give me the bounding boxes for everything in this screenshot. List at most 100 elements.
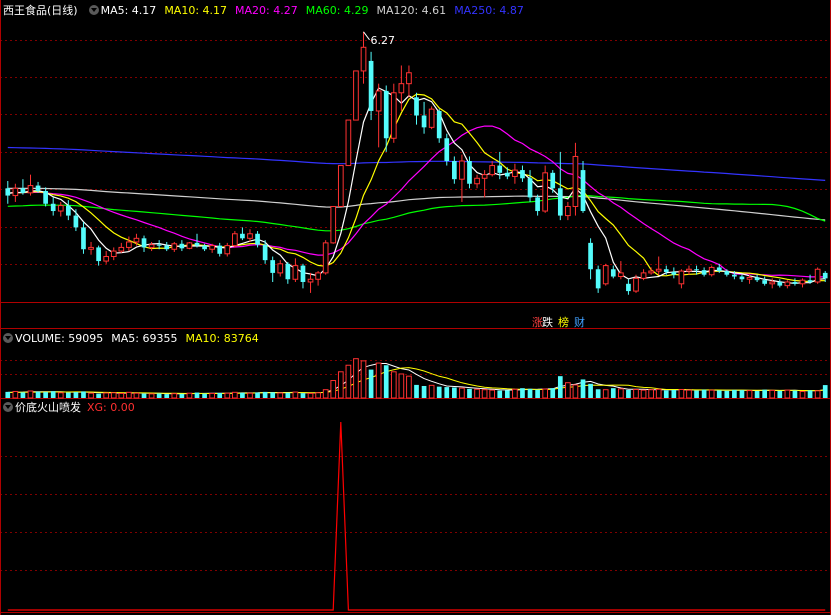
candle-up <box>12 187 19 197</box>
legend-entry: MA10: 4.17 <box>164 4 228 17</box>
volume-bar-up <box>126 391 132 399</box>
volume-bar-up <box>171 393 178 399</box>
candle-up <box>602 265 609 285</box>
candle-down <box>156 244 162 246</box>
indicator-signal <box>7 421 826 611</box>
candle-up <box>57 205 64 212</box>
volume-bar-up <box>474 388 480 399</box>
candle-up <box>27 185 34 194</box>
candle-up <box>88 246 94 250</box>
volume-bar-down <box>497 390 503 398</box>
volume-bar-up <box>489 389 496 399</box>
volume-bar-down <box>444 387 450 398</box>
volume-bar-down <box>255 392 260 398</box>
volume-bar-down <box>807 390 813 398</box>
volume-bar-up <box>428 384 435 399</box>
volume-bar-down <box>240 392 245 398</box>
legend-entry: XG: 0.00 <box>87 401 135 414</box>
candle-down <box>739 276 745 280</box>
volume-bar-down <box>156 393 162 398</box>
kline-chart[interactable]: 6.27 <box>0 0 831 615</box>
volume-bar-up <box>678 388 685 399</box>
candle-down <box>595 269 601 289</box>
volume-bar-down <box>5 391 11 398</box>
candle-up <box>648 270 654 274</box>
badge-2[interactable]: 榜 <box>558 316 569 330</box>
volume-bar-down <box>383 365 389 398</box>
volume-bar-down <box>65 392 71 398</box>
volume-bar-up <box>769 389 776 399</box>
candle-up <box>330 205 337 244</box>
candle-down <box>368 60 374 111</box>
candle-up <box>224 245 231 255</box>
volume-bar-up <box>512 388 518 399</box>
candle-down <box>663 269 669 272</box>
volume-bar-up <box>406 375 412 399</box>
volume-bar-down <box>626 389 631 398</box>
badge-3[interactable]: 财 <box>574 316 585 330</box>
candle-down <box>694 269 699 271</box>
legend-entry: MA20: 4.27 <box>235 4 298 17</box>
candle-up <box>103 256 110 262</box>
candle-up <box>353 70 359 121</box>
candle-down <box>504 172 510 177</box>
candle-up <box>481 174 488 179</box>
volume-bar-down <box>50 391 56 398</box>
candle-up <box>390 92 397 139</box>
candle-up <box>655 268 662 272</box>
volume-bar-up <box>110 392 117 399</box>
candle-down <box>822 272 828 279</box>
candle-up <box>110 250 117 258</box>
candle-down <box>81 227 86 250</box>
volume-bar-down <box>262 391 268 398</box>
volume-bar-down <box>194 392 200 398</box>
badge-1[interactable]: 跌 <box>542 316 553 330</box>
candle-up <box>277 263 284 274</box>
candle-up <box>133 237 140 243</box>
indicator-name[interactable]: 价底火山喷发 <box>15 401 81 414</box>
candle-down <box>807 280 813 282</box>
candle-up <box>686 268 692 272</box>
volume-bar-up <box>746 390 753 399</box>
volume-bar-up <box>390 371 397 399</box>
volume-bar-up <box>247 392 253 399</box>
candle-down <box>43 191 48 204</box>
candle-up <box>633 277 639 292</box>
volume-bar-up <box>648 389 654 399</box>
volume-bar-up <box>209 392 215 399</box>
candle-up <box>209 245 215 250</box>
volume-bar-down <box>467 388 472 398</box>
volume-bar-up <box>565 382 571 399</box>
volume-bar-down <box>527 388 533 398</box>
indicator-legend: 价底火山喷发 XG: 0.00 <box>0 400 151 416</box>
volume-bar-down <box>436 386 442 398</box>
dropdown-icon[interactable] <box>3 333 13 343</box>
stock-title[interactable]: 西王食品(日线) <box>3 4 78 17</box>
candle-down <box>50 203 56 212</box>
ma60-line <box>7 194 826 232</box>
candle-down <box>535 197 540 212</box>
candle-up <box>708 266 715 276</box>
ma20-line <box>7 125 826 278</box>
volume-bar-down <box>96 393 101 398</box>
candle-down <box>671 271 677 275</box>
candle-up <box>489 165 496 176</box>
ma-legend-items: MA5: 4.17 MA10: 4.17 MA20: 4.27 MA60: 4.29 M… <box>101 4 532 17</box>
volume-bar-down <box>694 390 699 398</box>
volume-bar-up <box>353 358 359 399</box>
volume-bar-down <box>716 390 722 398</box>
candle-up <box>292 265 299 280</box>
volume-bar-down <box>535 389 540 398</box>
dropdown-icon[interactable] <box>88 5 99 15</box>
candle-down <box>557 188 563 216</box>
candle-down <box>436 110 442 139</box>
dropdown-icon[interactable] <box>3 402 13 412</box>
volume-bar-up <box>307 392 314 399</box>
volume-bar-down <box>73 392 79 398</box>
candle-down <box>179 243 185 249</box>
candle-up <box>171 243 178 250</box>
candle-down <box>451 161 457 180</box>
candle-up <box>512 169 518 177</box>
volume-bar-down <box>792 390 798 398</box>
volume-bar-down <box>141 393 147 398</box>
